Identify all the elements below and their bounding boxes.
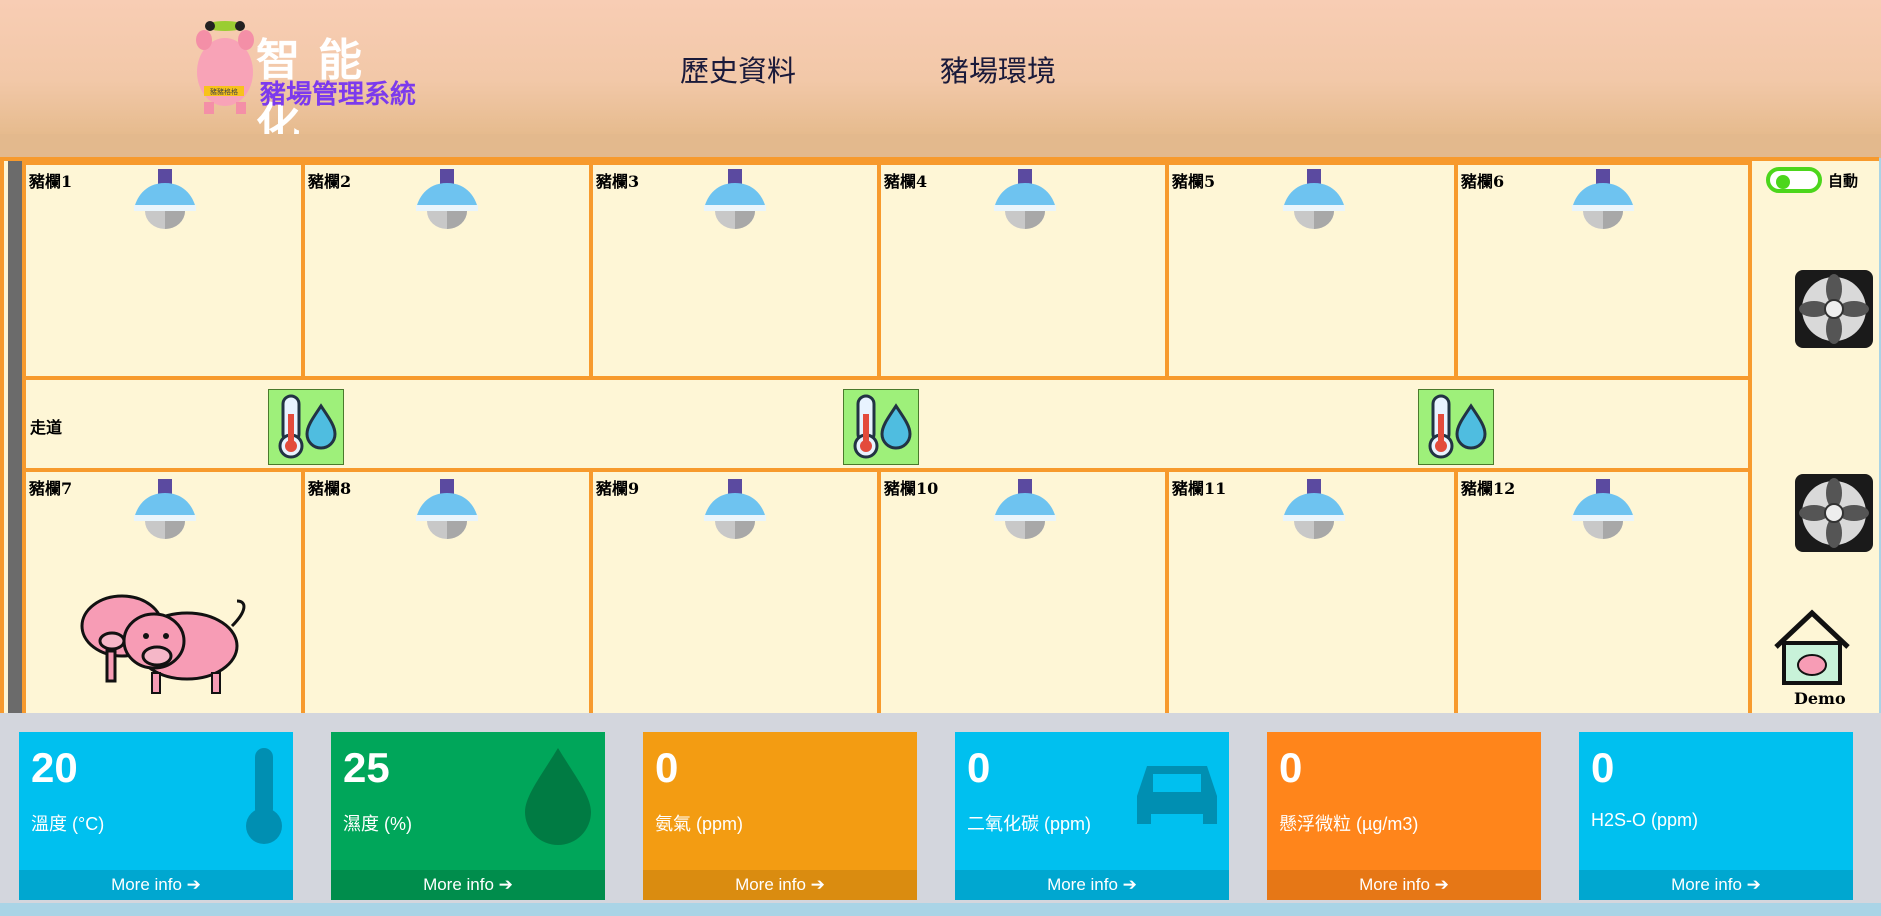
pigs-icon <box>80 594 246 694</box>
more-info-label: More info <box>1359 875 1430 894</box>
pen-label: 豬欄11 <box>1172 479 1227 498</box>
logo[interactable]: 豬豬格格 智能化 豬場管理系統 <box>190 20 440 150</box>
lamp-icon[interactable] <box>1570 169 1636 239</box>
corridor-label: 走道 <box>30 418 63 437</box>
car-icon <box>1137 766 1217 824</box>
more-info-label: More info <box>111 875 182 894</box>
toggle-knob <box>1776 175 1790 189</box>
more-info-link[interactable]: More info ➔ <box>643 870 917 900</box>
lamp-icon[interactable] <box>414 169 480 239</box>
nav-farm-environment[interactable]: 豬場環境 <box>940 48 1056 90</box>
card-value: 20 <box>31 744 78 791</box>
auto-label: 自動 <box>1828 172 1859 190</box>
card-label: H2S-O (ppm) <box>1591 810 1699 830</box>
more-info-label: More info <box>735 875 806 894</box>
card-value: 25 <box>343 744 390 791</box>
card-humidity: 25 濕度 (%) More info ➔ <box>331 732 605 900</box>
logo-subtitle: 豬場管理系統 <box>260 80 417 110</box>
fan-icon[interactable] <box>1794 473 1874 553</box>
lamp-icon[interactable] <box>1281 169 1347 239</box>
arrow-circle-right-icon: ➔ <box>1122 875 1137 894</box>
farm-left-edge <box>8 161 22 717</box>
card-value: 0 <box>1591 744 1615 791</box>
more-info-label: More info <box>423 875 494 894</box>
pen-label: 豬欄3 <box>596 172 640 191</box>
pen-label: 豬欄6 <box>1461 172 1505 191</box>
nav-history[interactable]: 歷史資料 <box>680 48 796 90</box>
card-value: 0 <box>655 744 679 791</box>
more-info-label: More info <box>1047 875 1118 894</box>
card-label: 二氧化碳 (ppm) <box>967 814 1092 834</box>
auto-toggle[interactable] <box>1766 167 1822 193</box>
pig-logo-icon: 豬豬格格 <box>196 21 254 114</box>
lamp-icon[interactable] <box>702 169 768 239</box>
more-info-link[interactable]: More info ➔ <box>1579 870 1853 900</box>
arrow-circle-right-icon: ➔ <box>1746 875 1761 894</box>
arrow-circle-right-icon: ➔ <box>186 875 201 894</box>
temp-humidity-sensor-icon[interactable] <box>1418 389 1494 465</box>
droplet-icon <box>525 748 591 845</box>
lamp-icon[interactable] <box>1570 479 1636 549</box>
card-ammonia: 0 氨氣 (ppm) More info ➔ <box>643 732 917 900</box>
lamp-icon[interactable] <box>132 169 198 239</box>
farm-map: 豬欄1 豬欄2 豬欄3 豬欄4 豬欄5 豬欄6 走道 豬欄7 豬欄8 豬欄9 豬… <box>0 157 1879 721</box>
arrow-circle-right-icon: ➔ <box>498 875 513 894</box>
logo-badge: 豬豬格格 <box>210 87 238 96</box>
control-panel: 自動 Demo <box>1748 161 1879 717</box>
lamp-icon[interactable] <box>702 479 768 549</box>
more-info-label: More info <box>1671 875 1742 894</box>
card-label: 濕度 (%) <box>343 814 412 834</box>
card-h2s: 0 H2S-O (ppm) More info ➔ <box>1579 732 1853 900</box>
lamp-icon[interactable] <box>132 479 198 549</box>
card-label: 懸浮微粒 (µg/m3) <box>1279 814 1419 834</box>
more-info-link[interactable]: More info ➔ <box>1267 870 1541 900</box>
temp-humidity-sensor-icon[interactable] <box>843 389 919 465</box>
card-label: 氨氣 (ppm) <box>655 814 744 834</box>
card-value: 0 <box>1279 744 1303 791</box>
pen-label: 豬欄2 <box>308 172 352 191</box>
pen-label: 豬欄10 <box>884 479 939 498</box>
card-co2: 0 二氧化碳 (ppm) More info ➔ <box>955 732 1229 900</box>
card-value: 0 <box>967 744 991 791</box>
more-info-link[interactable]: More info ➔ <box>955 870 1229 900</box>
card-temperature: 20 溫度 (°C) More info ➔ <box>19 732 293 900</box>
card-pm: 0 懸浮微粒 (µg/m3) More info ➔ <box>1267 732 1541 900</box>
thermometer-icon <box>246 748 282 844</box>
lamp-icon[interactable] <box>992 479 1058 549</box>
card-label: 溫度 (°C) <box>31 814 105 834</box>
pen-label: 豬欄5 <box>1172 172 1216 191</box>
header: 豬豬格格 智能化 豬場管理系統 歷史資料 豬場環境 <box>0 0 1881 150</box>
demo-label: Demo <box>1794 689 1846 708</box>
header-strip <box>0 134 1881 158</box>
pen-label: 豬欄7 <box>29 479 73 498</box>
temp-humidity-sensor-icon[interactable] <box>268 389 344 465</box>
arrow-circle-right-icon: ➔ <box>1434 875 1449 894</box>
pen-label: 豬欄12 <box>1461 479 1516 498</box>
more-info-link[interactable]: More info ➔ <box>19 870 293 900</box>
lamp-icon[interactable] <box>992 169 1058 239</box>
pen-label: 豬欄8 <box>308 479 352 498</box>
pen-label: 豬欄9 <box>596 479 640 498</box>
pen-label: 豬欄1 <box>29 172 73 191</box>
arrow-circle-right-icon: ➔ <box>810 875 825 894</box>
pen-label: 豬欄4 <box>884 172 928 191</box>
more-info-link[interactable]: More info ➔ <box>331 870 605 900</box>
stats-bar: 20 溫度 (°C) More info ➔ 25 濕度 (%) More in… <box>0 713 1881 903</box>
house-icon[interactable] <box>1768 607 1856 687</box>
lamp-icon[interactable] <box>414 479 480 549</box>
fan-icon[interactable] <box>1794 269 1874 349</box>
lamp-icon[interactable] <box>1281 479 1347 549</box>
